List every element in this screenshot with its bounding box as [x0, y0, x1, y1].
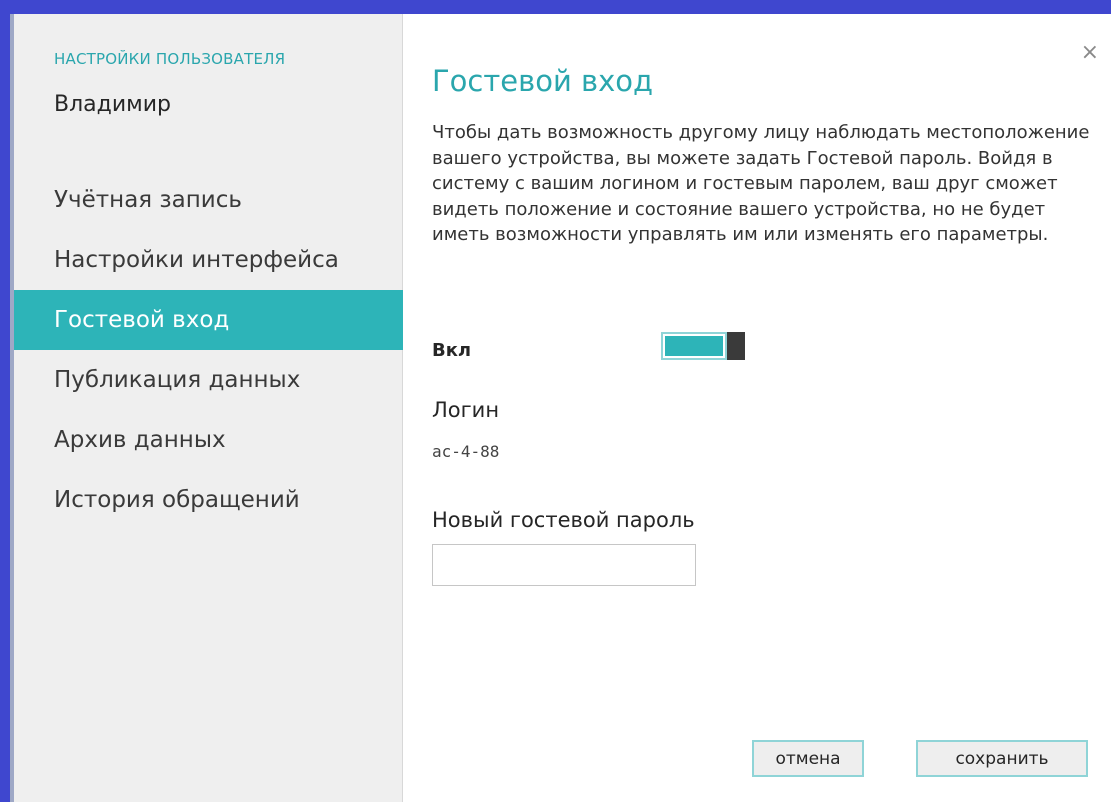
close-icon[interactable]: ×: [1081, 40, 1099, 65]
login-label: Логин: [432, 398, 500, 422]
sidebar-item-data-archive[interactable]: Архив данных: [14, 410, 403, 470]
page-title: Гостевой вход: [432, 64, 654, 98]
settings-nav: Учётная запись Настройки интерфейса Гост…: [14, 170, 403, 530]
user-name: Владимир: [54, 92, 172, 117]
toggle-label: Вкл: [432, 340, 472, 361]
sidebar-item-data-publication[interactable]: Публикация данных: [14, 350, 403, 410]
settings-sidebar: НАСТРОЙКИ ПОЛЬЗОВАТЕЛЯ Владимир Учётная …: [14, 14, 403, 802]
toggle-thumb[interactable]: [727, 332, 745, 360]
guest-access-toggle[interactable]: [661, 332, 745, 360]
login-value: ac-4-88: [432, 442, 500, 461]
sidebar-item-interface-settings[interactable]: Настройки интерфейса: [14, 230, 403, 290]
settings-dialog: НАСТРОЙКИ ПОЛЬЗОВАТЕЛЯ Владимир Учётная …: [10, 14, 1111, 802]
sidebar-item-account[interactable]: Учётная запись: [14, 170, 403, 230]
guest-access-panel: × Гостевой вход Чтобы дать возможность д…: [404, 14, 1111, 802]
save-button[interactable]: сохранить: [916, 740, 1088, 777]
sidebar-header: НАСТРОЙКИ ПОЛЬЗОВАТЕЛЯ: [54, 50, 286, 68]
toggle-fill: [665, 336, 723, 356]
new-guest-password-label: Новый гостевой пароль: [432, 508, 695, 532]
sidebar-item-guest-access[interactable]: Гостевой вход: [14, 290, 403, 350]
cancel-button[interactable]: отмена: [752, 740, 864, 777]
guest-access-description: Чтобы дать возможность другому лицу набл…: [432, 122, 1090, 245]
sidebar-item-request-history[interactable]: История обращений: [14, 470, 403, 530]
new-guest-password-input[interactable]: [432, 544, 696, 586]
